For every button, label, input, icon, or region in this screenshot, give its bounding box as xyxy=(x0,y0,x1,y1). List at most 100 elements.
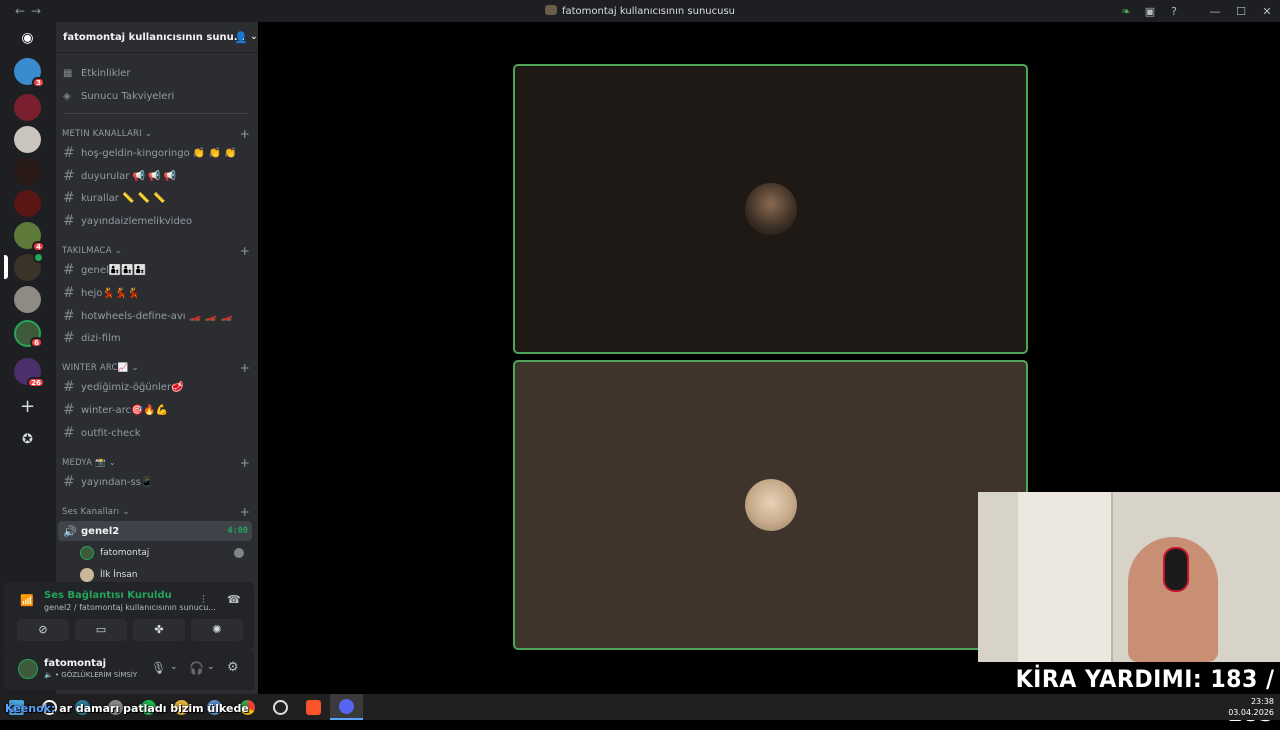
discord-taskbar-icon[interactable] xyxy=(330,694,363,720)
screen-share-icon[interactable]: ▣ xyxy=(1138,5,1162,18)
add-channel-icon[interactable]: + xyxy=(240,127,250,141)
notification-badge: 26 xyxy=(27,377,45,388)
noise-suppression-icon[interactable]: ⫶ xyxy=(202,593,205,607)
server-folder-icon[interactable]: 6 xyxy=(14,320,43,348)
help-icon[interactable]: ? xyxy=(1162,5,1186,18)
add-channel-icon[interactable]: + xyxy=(240,456,250,470)
chevron-down-icon: ⌄ xyxy=(144,129,153,139)
hash-icon: # xyxy=(63,330,75,346)
server-icon-1[interactable]: 3 xyxy=(14,58,45,88)
stream-ticker: Keenok: ar damarı patladı bizim ülkede xyxy=(5,702,249,715)
server-icon-2[interactable] xyxy=(14,94,41,121)
channel-yedigimiz-ogunler[interactable]: # yediğimiz-öğünler🥩 xyxy=(58,377,252,397)
screen-share-button[interactable]: ▭ xyxy=(75,619,127,641)
soundboard-button[interactable]: ✺ xyxy=(191,619,243,641)
disconnect-icon[interactable]: ☎ xyxy=(227,593,241,606)
category-voice-channels[interactable]: Ses Kanalları ⌄ + xyxy=(62,505,250,519)
settings-icon[interactable]: ⚙ xyxy=(227,660,239,675)
channel-winter-arc[interactable]: # winter-arc🎯🔥💪 xyxy=(58,400,252,420)
hash-icon: # xyxy=(63,379,75,395)
obs-icon[interactable] xyxy=(264,694,297,720)
add-server-icon[interactable]: + xyxy=(14,394,41,421)
channel-genel[interactable]: # genel👨‍👦👨‍👦👨‍👦 xyxy=(58,260,252,280)
voice-channel-genel2[interactable]: 🔊 genel2 4:00 xyxy=(58,521,252,541)
category-medya[interactable]: MEDYA 📸 ⌄ + xyxy=(62,456,250,470)
notification-badge: 4 xyxy=(32,241,45,252)
selected-server-pill xyxy=(4,255,8,279)
notification-badge: 6 xyxy=(30,337,43,348)
server-icon-7[interactable] xyxy=(14,252,44,281)
add-channel-icon[interactable]: + xyxy=(240,244,250,258)
camera-button[interactable]: ⊘ xyxy=(17,619,69,641)
discover-icon[interactable]: ✪ xyxy=(14,426,41,453)
microphone-icon[interactable]: 🎙 xyxy=(151,661,166,675)
channel-kurallar[interactable]: # kurallar 📏 📏 📏 xyxy=(58,188,252,208)
channel-dizi-film[interactable]: # dizi-film xyxy=(58,328,252,348)
server-icon xyxy=(544,5,557,15)
system-clock[interactable]: 23:38 03.04.2026 xyxy=(1228,696,1274,718)
chevron-down-icon: ⌄ xyxy=(122,507,130,517)
voice-status-title: Ses Bağlantısı Kuruldu xyxy=(44,590,172,601)
window-title: fatomontaj kullanıcısının sunucusu xyxy=(0,5,1280,17)
hash-icon: # xyxy=(63,402,75,418)
category-takilmaca[interactable]: TAKILMACA ⌄ + xyxy=(62,244,250,258)
voice-status-subtitle[interactable]: genel2 / fatomontaj kullanıcısının sunuc… xyxy=(44,603,216,612)
server-icon-8[interactable] xyxy=(14,286,41,313)
chevron-down-icon[interactable]: ⌄ xyxy=(170,662,178,672)
server-icon-5[interactable] xyxy=(14,190,41,217)
server-icon-9[interactable]: 26 xyxy=(14,358,45,388)
voice-member[interactable]: fatomontaj xyxy=(80,544,244,562)
events-item[interactable]: ▦ Etkinlikler xyxy=(58,63,252,83)
invite-icon[interactable]: 👤 xyxy=(234,31,248,44)
hash-icon: # xyxy=(63,213,75,229)
chevron-down-icon[interactable]: ⌄ xyxy=(207,662,215,672)
add-channel-icon[interactable]: + xyxy=(240,505,250,519)
chevron-down-icon: ⌄ xyxy=(250,32,258,42)
hash-icon: # xyxy=(63,308,75,324)
leaf-icon[interactable]: ❧ xyxy=(1114,5,1138,18)
channel-yayindan-ss[interactable]: # yayından-ss📱 xyxy=(58,472,252,492)
voice-badge xyxy=(33,252,44,263)
title-bar: ← → fatomontaj kullanıcısının sunucusu ❧… xyxy=(0,0,1280,22)
divider xyxy=(64,113,248,114)
server-header[interactable]: fatomontaj kullanıcısının sunu... ⌄ 👤 xyxy=(56,22,258,53)
webcam-overlay xyxy=(978,492,1280,662)
add-channel-icon[interactable]: + xyxy=(240,361,250,375)
server-icon-4[interactable] xyxy=(14,158,41,185)
channel-hejo[interactable]: # hejo💃💃💃 xyxy=(58,283,252,303)
participant-tile[interactable] xyxy=(513,64,1028,354)
avatar xyxy=(80,568,94,582)
brave-icon[interactable] xyxy=(297,694,330,720)
server-icon-3[interactable] xyxy=(14,126,41,153)
category-text-channels[interactable]: Metin Kanalları ⌄ + xyxy=(62,127,250,141)
maximize-button[interactable]: ☐ xyxy=(1228,5,1254,18)
activities-button[interactable]: ✤ xyxy=(133,619,185,641)
category-winter-arc[interactable]: WINTER ARC📈 ⌄ + xyxy=(62,361,250,375)
user-status: 🔈 • GÖZLÜKLERİM SİMSİY xyxy=(44,671,138,679)
chevron-down-icon: ⌄ xyxy=(131,363,139,373)
webcam-headset xyxy=(1163,547,1189,592)
headphones-icon[interactable]: 🎧 xyxy=(189,661,204,675)
chevron-down-icon: ⌄ xyxy=(114,246,123,256)
discord-home-icon[interactable]: ◉ xyxy=(14,25,41,52)
rent-counter-overlay: KİRA YARDIMI: 183 / 185 xyxy=(1002,662,1280,727)
channel-duyurular[interactable]: # duyurular 📢 📢 📢 xyxy=(58,166,252,186)
boosts-item[interactable]: ◈ Sunucu Takviyeleri xyxy=(58,86,252,106)
channel-hos-geldin[interactable]: # hoş-geldin-kingoringo 👏 👏 👏 xyxy=(58,143,252,163)
channel-outfit-check[interactable]: # outfit-check xyxy=(58,423,252,443)
webcam-door xyxy=(1018,492,1113,662)
voice-timer: 4:00 xyxy=(227,526,248,536)
notification-badge: 3 xyxy=(32,77,45,88)
user-avatar[interactable] xyxy=(18,659,38,679)
server-icon-6[interactable]: 4 xyxy=(14,222,45,252)
participant-tile[interactable] xyxy=(513,360,1028,650)
channel-hotwheels[interactable]: # hotwheels-define-avı 🏎️ 🏎️ 🏎️ xyxy=(58,306,252,326)
calendar-icon: ▦ xyxy=(63,67,73,79)
close-button[interactable]: ✕ xyxy=(1254,5,1280,18)
hash-icon: # xyxy=(63,262,75,278)
minimize-button[interactable]: — xyxy=(1202,5,1228,18)
chevron-down-icon: ⌄ xyxy=(108,458,117,468)
boost-icon: ◈ xyxy=(63,90,71,102)
channel-yayindaizlemelikvideo[interactable]: # yayındaizlemelikvideo xyxy=(58,211,252,231)
speaker-icon: 🔊 xyxy=(63,524,77,538)
